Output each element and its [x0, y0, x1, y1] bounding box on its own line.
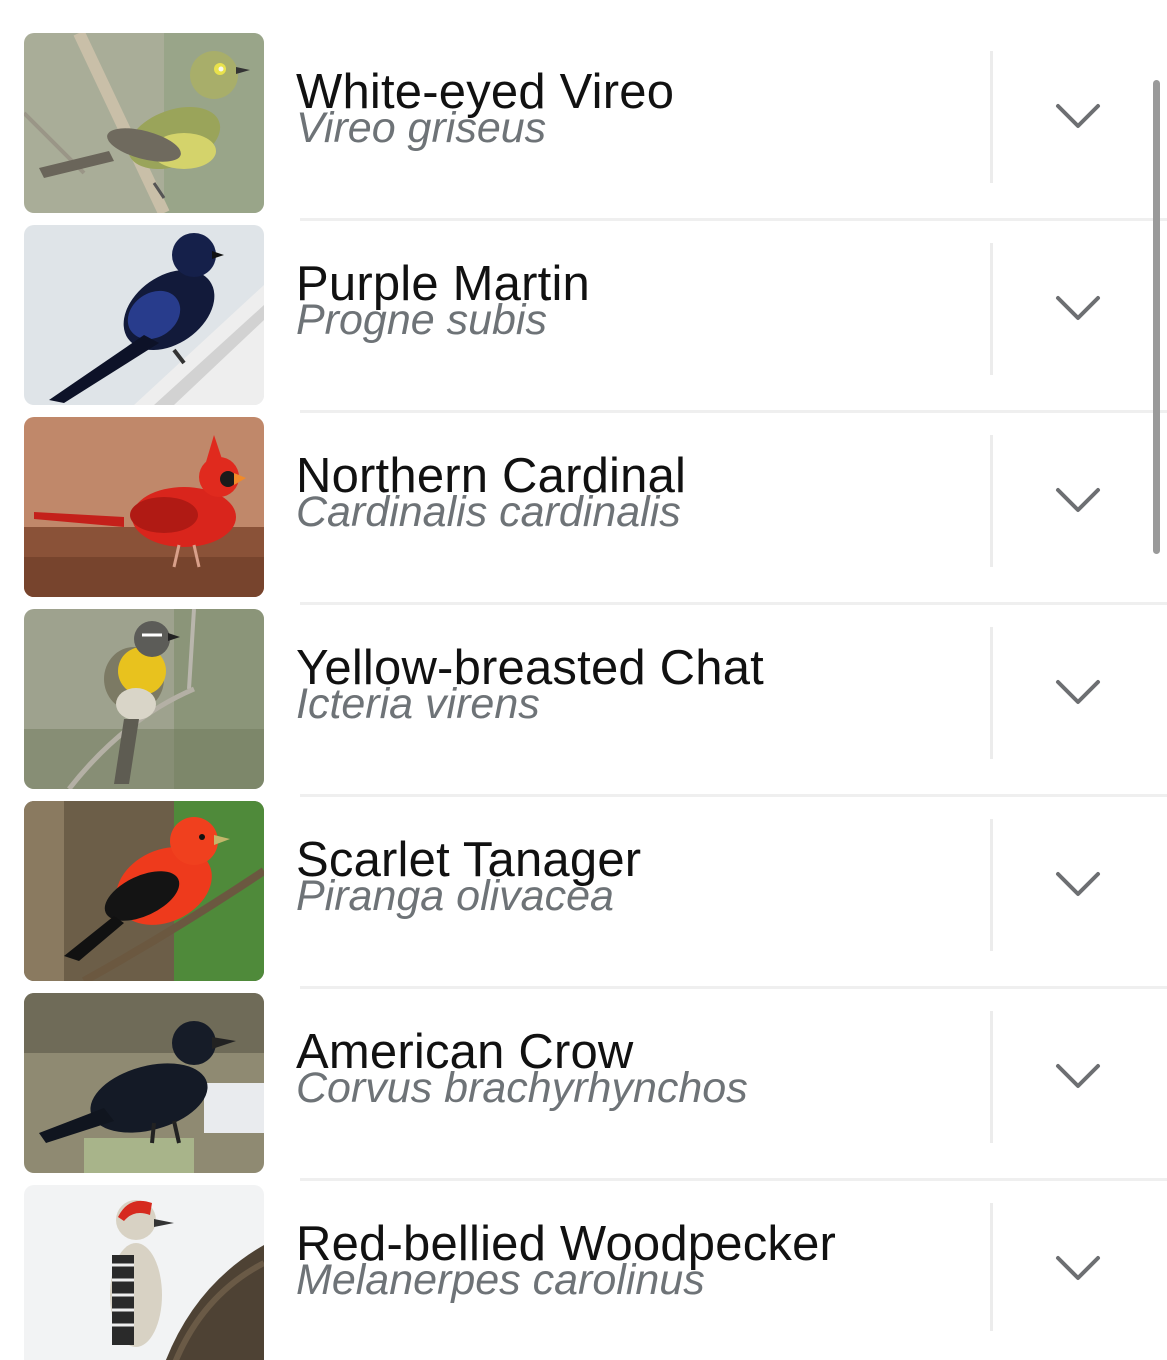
scientific-name: Piranga olivacea	[296, 872, 614, 920]
bird-row-purple-martin[interactable]: Purple Martin Progne subis	[0, 192, 1167, 413]
bird-photo-yellow-breasted-chat[interactable]	[24, 609, 264, 789]
bird-names: Purple Martin Progne subis	[296, 254, 590, 344]
column-divider	[990, 819, 993, 951]
bird-photo-american-crow[interactable]	[24, 993, 264, 1173]
bird-row-northern-cardinal[interactable]: Northern Cardinal Cardinalis cardinalis	[0, 384, 1167, 605]
column-divider	[990, 243, 993, 375]
bird-row-white-eyed-vireo[interactable]: White-eyed Vireo Vireo griseus	[0, 0, 1167, 221]
bird-row-yellow-breasted-chat[interactable]: Yellow-breasted Chat Icteria virens	[0, 576, 1167, 797]
bird-photo-purple-martin[interactable]	[24, 225, 264, 405]
chevron-down-icon[interactable]	[1050, 1056, 1106, 1096]
bird-row-american-crow[interactable]: American Crow Corvus brachyrhynchos	[0, 960, 1167, 1181]
bird-names: Red-bellied Woodpecker Melanerpes caroli…	[296, 1214, 836, 1302]
chevron-down-icon[interactable]	[1050, 672, 1106, 712]
scientific-name: Progne subis	[296, 296, 547, 344]
scientific-name: Corvus brachyrhynchos	[296, 1064, 748, 1112]
column-divider	[990, 1011, 993, 1143]
column-divider	[990, 627, 993, 759]
bird-photo-northern-cardinal[interactable]	[24, 417, 264, 597]
bird-row-red-bellied-woodpecker[interactable]: Red-bellied Woodpecker Melanerpes caroli…	[0, 1152, 1167, 1360]
bird-photo-white-eyed-vireo[interactable]	[24, 33, 264, 213]
bird-photo-red-bellied-woodpecker[interactable]	[24, 1185, 264, 1360]
chevron-down-icon[interactable]	[1050, 96, 1106, 136]
bird-names: Yellow-breasted Chat Icteria virens	[296, 638, 764, 726]
bird-names: American Crow Corvus brachyrhynchos	[296, 1022, 748, 1112]
bird-photo-scarlet-tanager[interactable]	[24, 801, 264, 981]
chevron-down-icon[interactable]	[1050, 864, 1106, 904]
bird-names: Northern Cardinal Cardinalis cardinalis	[296, 446, 686, 536]
column-divider	[990, 435, 993, 567]
bird-names: Scarlet Tanager Piranga olivacea	[296, 830, 641, 920]
bird-row-scarlet-tanager[interactable]: Scarlet Tanager Piranga olivacea	[0, 768, 1167, 989]
bird-names: White-eyed Vireo Vireo griseus	[296, 62, 674, 150]
chevron-down-icon[interactable]	[1050, 480, 1106, 520]
scientific-name: Cardinalis cardinalis	[296, 488, 681, 536]
chevron-down-icon[interactable]	[1050, 288, 1106, 328]
column-divider	[990, 1203, 993, 1331]
scrollbar[interactable]	[1153, 80, 1160, 554]
chevron-down-icon[interactable]	[1050, 1248, 1106, 1288]
column-divider	[990, 51, 993, 183]
